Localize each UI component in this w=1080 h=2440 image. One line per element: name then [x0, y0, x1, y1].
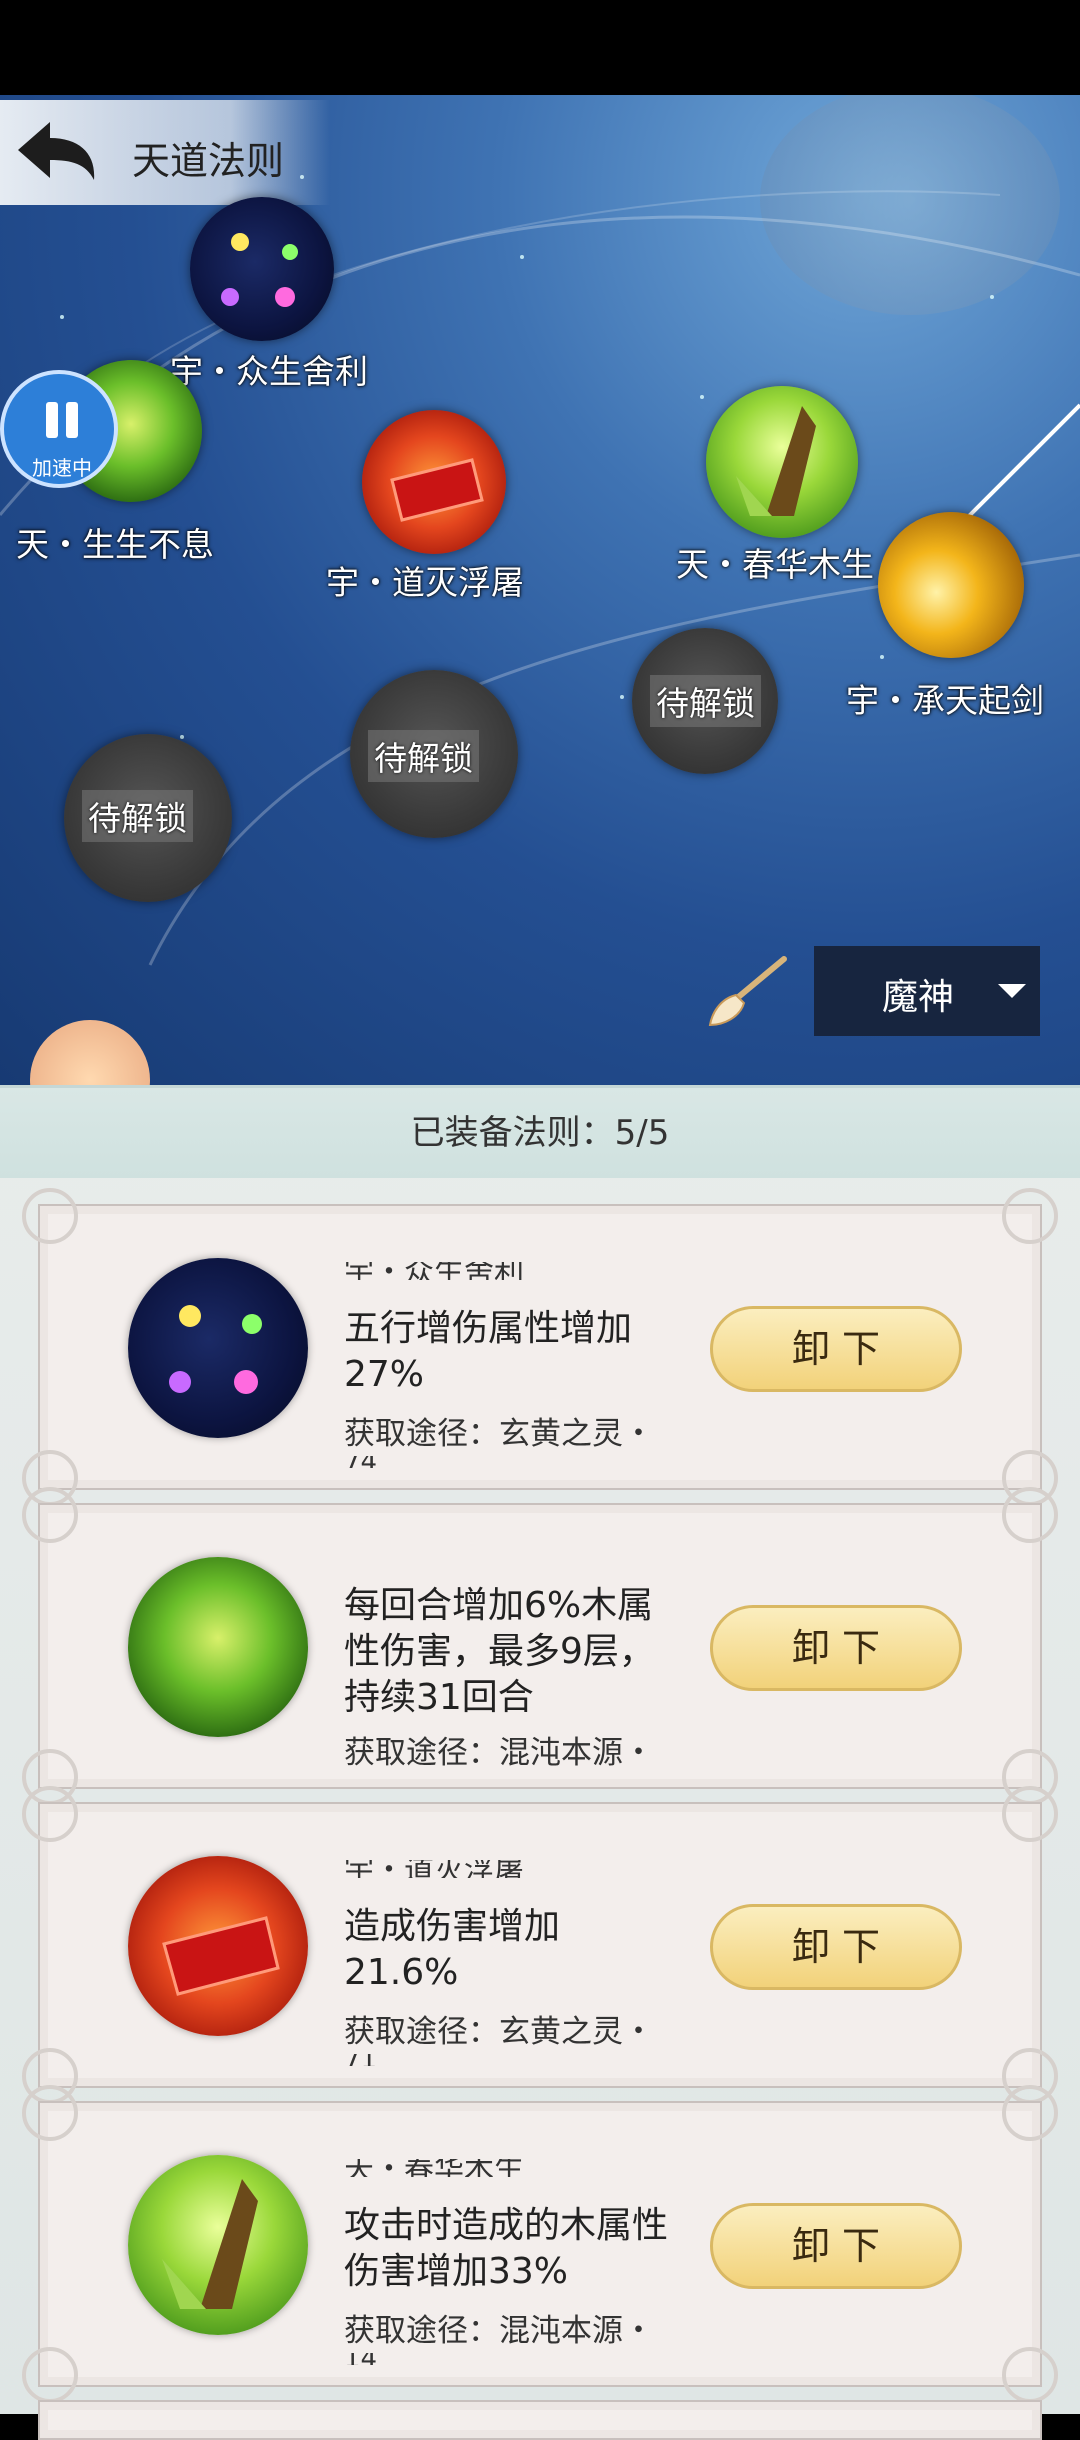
caret-down-icon — [998, 984, 1026, 998]
law-source-cut: 14 — [344, 2353, 377, 2365]
spirit-orbs-icon — [221, 233, 298, 307]
dropdown-value: 魔神 — [882, 977, 955, 1018]
law-icon — [128, 1557, 308, 1737]
locked-label: 待解锁 — [82, 790, 193, 842]
locked-label: 待解锁 — [650, 675, 761, 727]
law-description: 每回合增加6%木属性伤害，最多9层，持续31回合 — [344, 1585, 655, 1718]
spirit-orbs-icon — [169, 1305, 262, 1394]
back-arrow-icon[interactable] — [10, 110, 100, 190]
law-source: 获取途径：混沌本源・ — [344, 1735, 654, 1771]
wooden-spike-icon — [162, 2179, 258, 2309]
node-label: 天・生生不息 — [16, 525, 214, 564]
node-label: 天・春华木生 — [676, 545, 874, 584]
law-icon — [128, 2155, 308, 2335]
speed-up-button[interactable]: 加速中 — [0, 370, 118, 488]
law-source: 获取途径：玄黄之灵・ — [344, 1416, 654, 1452]
page-title: 天道法则 — [132, 139, 285, 183]
law-card-partial — [38, 2400, 1042, 2440]
law-description: 造成伤害增加21.6% — [344, 1906, 561, 1993]
node-label: 宇・众生舍利 — [170, 352, 368, 391]
node-chunhua-musheng[interactable] — [706, 386, 858, 538]
law-description: 攻击时造成的木属性伤害增加33% — [344, 2205, 669, 2292]
law-card: 每回合增加6%木属性伤害，最多9层，持续31回合 获取途径：混沌本源・ 卸 下 — [22, 1487, 1058, 1805]
wooden-spike-icon — [736, 406, 816, 516]
crystal-icon — [390, 458, 484, 522]
law-icon — [128, 1856, 308, 2036]
pause-icon — [42, 402, 82, 438]
top-bar: 天道法则 — [0, 100, 330, 205]
node-chengtian-qijian[interactable] — [878, 512, 1024, 658]
unequip-button[interactable]: 卸 下 — [710, 1605, 962, 1691]
law-icon — [128, 1258, 308, 1438]
law-card: 宇・道灭浮屠 造成伤害增加21.6% 获取途径：玄黄之灵・ 71 卸 下 — [22, 1786, 1058, 2104]
status-bar — [0, 0, 1080, 95]
brush-icon[interactable] — [706, 955, 788, 1027]
law-source: 获取途径：混沌本源・ — [344, 2313, 654, 2349]
node-label: 宇・道灭浮屠 — [326, 563, 524, 602]
speed-label: 加速中 — [32, 456, 92, 480]
law-card: 天・春华木生 攻击时造成的木属性伤害增加33% 获取途径：混沌本源・ 14 卸 … — [22, 2085, 1058, 2403]
law-name-cut: 天・春华木生 — [344, 2159, 524, 2177]
law-source-cut: 71 — [344, 2054, 377, 2066]
form-select-dropdown[interactable]: 魔神 — [814, 946, 1040, 1036]
unequip-button[interactable]: 卸 下 — [710, 2203, 962, 2289]
crystal-icon — [162, 1916, 280, 1996]
law-description: 五行增伤属性增加27% — [344, 1308, 633, 1395]
equipped-count: 已装备法则：5/5 — [410, 1113, 670, 1153]
node-daomie-futu[interactable] — [362, 410, 506, 554]
unequip-button[interactable]: 卸 下 — [710, 1904, 962, 1990]
law-source: 获取途径：玄黄之灵・ — [344, 2014, 654, 2050]
locked-label: 待解锁 — [368, 730, 479, 782]
unequip-button[interactable]: 卸 下 — [710, 1306, 962, 1392]
law-name-cut: 宇・众生舍利 — [344, 1262, 524, 1280]
law-source-cut: 74 — [344, 1456, 377, 1468]
law-card: 宇・众生舍利 五行增伤属性增加27% 获取途径：玄黄之灵・ 74 卸 下 — [22, 1188, 1058, 1506]
node-zhongsheng-sheli[interactable] — [190, 197, 334, 341]
law-name-cut: 宇・道灭浮屠 — [344, 1860, 524, 1878]
node-label: 宇・承天起剑 — [846, 681, 1044, 720]
